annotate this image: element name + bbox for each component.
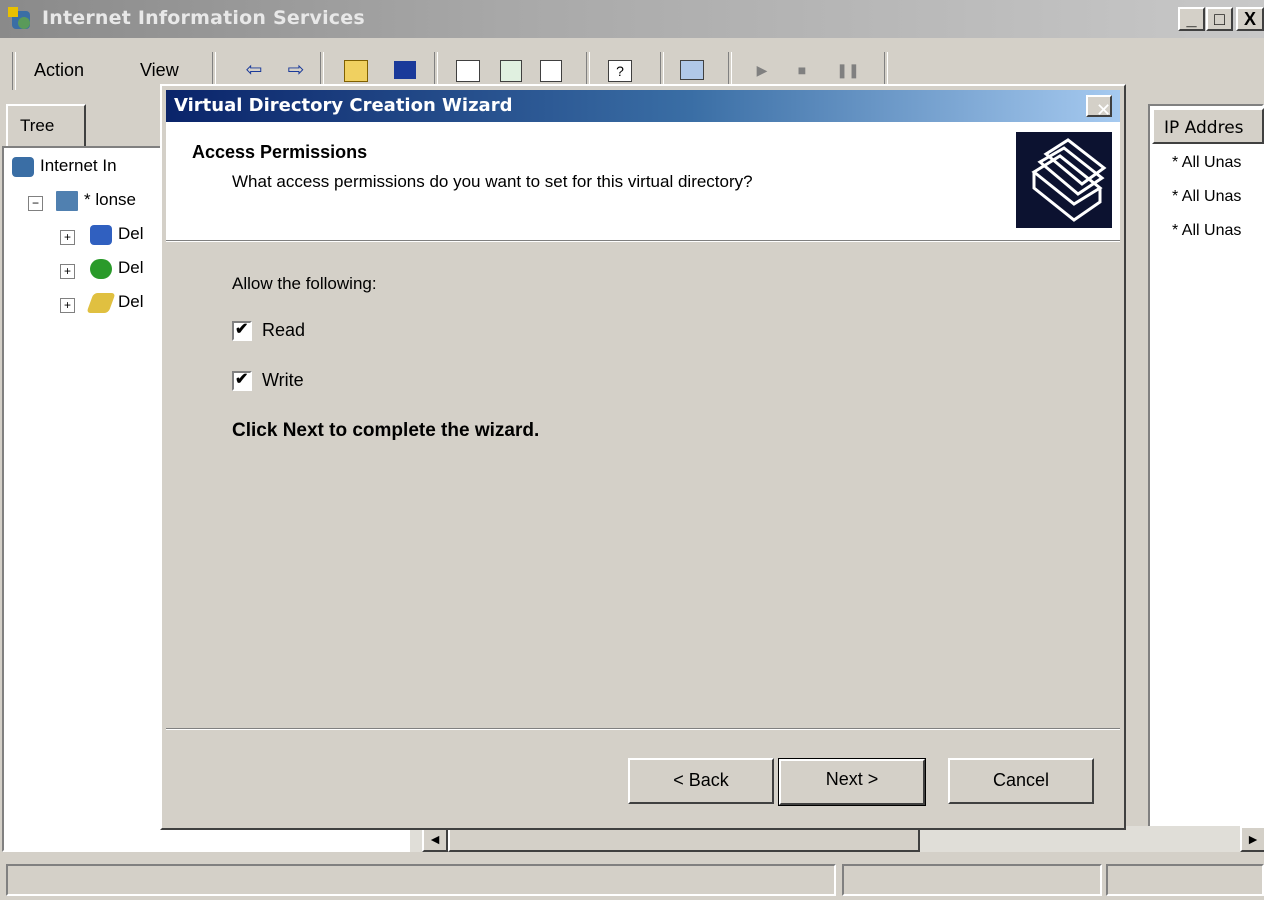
main-window-title: Internet Information Services — [42, 7, 365, 29]
play-icon[interactable]: ▶ — [750, 58, 774, 82]
write-checkbox-label: Write — [262, 370, 304, 390]
smtp-icon — [86, 292, 116, 313]
collapse-icon[interactable]: − — [28, 196, 43, 211]
next-button-label: Next > — [825, 769, 879, 789]
status-cell — [1106, 864, 1264, 896]
tree-item-web-site[interactable]: Del — [90, 258, 144, 279]
header-divider — [166, 241, 1120, 242]
maximize-button[interactable]: □ — [1206, 7, 1233, 31]
forward-arrow-icon[interactable]: ⇨ — [284, 58, 308, 82]
web-site-icon — [90, 258, 112, 279]
main-title-bar[interactable]: Internet Information Services _ □ X — [0, 0, 1264, 38]
tree-item-label: * lonse — [84, 190, 136, 209]
checkmark-icon: ✔ — [235, 371, 249, 389]
computer-icon[interactable] — [680, 60, 704, 80]
expand-icon[interactable]: + — [60, 230, 75, 245]
tree-item-ftp-site[interactable]: Del — [90, 224, 144, 245]
list-item[interactable]: * All Unas — [1172, 188, 1241, 206]
help-icon[interactable]: ? — [608, 60, 632, 82]
iis-app-icon — [8, 7, 30, 29]
list-item[interactable]: * All Unas — [1172, 154, 1241, 172]
pause-icon[interactable]: ❚❚ — [836, 58, 860, 82]
refresh-icon[interactable] — [500, 60, 522, 82]
cancel-button[interactable]: Cancel — [948, 758, 1094, 804]
toolbar-grip — [12, 52, 16, 90]
iis-icon — [12, 156, 34, 177]
dialog-header: Access Permissions What access permissio… — [166, 122, 1120, 241]
allow-label: Allow the following: — [232, 274, 377, 293]
tree-item-label: Internet In — [40, 156, 117, 175]
list-pane[interactable] — [1148, 104, 1264, 852]
properties-icon[interactable] — [456, 60, 480, 82]
write-checkbox-row[interactable]: ✔ Write — [232, 370, 304, 392]
expand-icon[interactable]: + — [60, 298, 75, 313]
status-cell — [6, 864, 836, 896]
read-checkbox[interactable]: ✔ — [232, 321, 252, 342]
scroll-right-icon[interactable]: ► — [1240, 826, 1264, 852]
read-checkbox-row[interactable]: ✔ Read — [232, 320, 306, 342]
write-checkbox[interactable]: ✔ — [232, 371, 252, 392]
close-button[interactable]: X — [1236, 7, 1264, 31]
checkmark-icon: ✔ — [235, 321, 249, 339]
tree-item-computer[interactable]: * lonse — [56, 190, 136, 211]
stop-icon[interactable]: ■ — [790, 58, 814, 82]
export-list-icon[interactable] — [540, 60, 562, 82]
tree-item-label: Del — [118, 292, 144, 311]
minimize-button[interactable]: _ — [1178, 7, 1205, 31]
finish-instruction: Click Next to complete the wizard. — [232, 420, 540, 441]
dialog-heading: Access Permissions — [192, 142, 368, 162]
list-item[interactable]: * All Unas — [1172, 222, 1241, 240]
button-divider — [166, 728, 1120, 730]
wizard-dialog: Virtual Directory Creation Wizard ✕ Acce… — [160, 84, 1126, 830]
back-arrow-icon[interactable]: ⇦ — [242, 58, 266, 82]
next-button[interactable]: Next > — [778, 758, 926, 806]
tree-item-label: Del — [118, 224, 144, 243]
show-hide-tree-icon[interactable] — [394, 61, 416, 79]
dialog-subheading: What access permissions do you want to s… — [232, 172, 753, 191]
menu-action[interactable]: Action — [34, 60, 84, 81]
menu-view[interactable]: View — [140, 60, 179, 81]
tree-item-label: Del — [118, 258, 144, 277]
tree-item-smtp[interactable]: Del — [86, 292, 144, 313]
expand-icon[interactable]: + — [60, 264, 75, 279]
up-folder-icon[interactable] — [344, 60, 368, 82]
tab-tree[interactable]: Tree — [6, 104, 86, 146]
dialog-title-bar[interactable]: Virtual Directory Creation Wizard ✕ — [166, 90, 1120, 122]
status-cell — [842, 864, 1102, 896]
back-button[interactable]: < Back — [628, 758, 774, 804]
read-checkbox-label: Read — [262, 320, 306, 340]
tree-item-iis-root[interactable]: Internet In — [12, 156, 117, 177]
folders-icon — [1016, 132, 1112, 228]
dialog-close-button[interactable]: ✕ — [1086, 95, 1112, 120]
computer-icon — [56, 190, 78, 211]
column-header-ip-address[interactable]: IP Addres — [1152, 108, 1264, 144]
status-bar — [0, 860, 1264, 900]
ftp-site-icon — [90, 224, 112, 245]
dialog-title: Virtual Directory Creation Wizard — [174, 95, 513, 116]
